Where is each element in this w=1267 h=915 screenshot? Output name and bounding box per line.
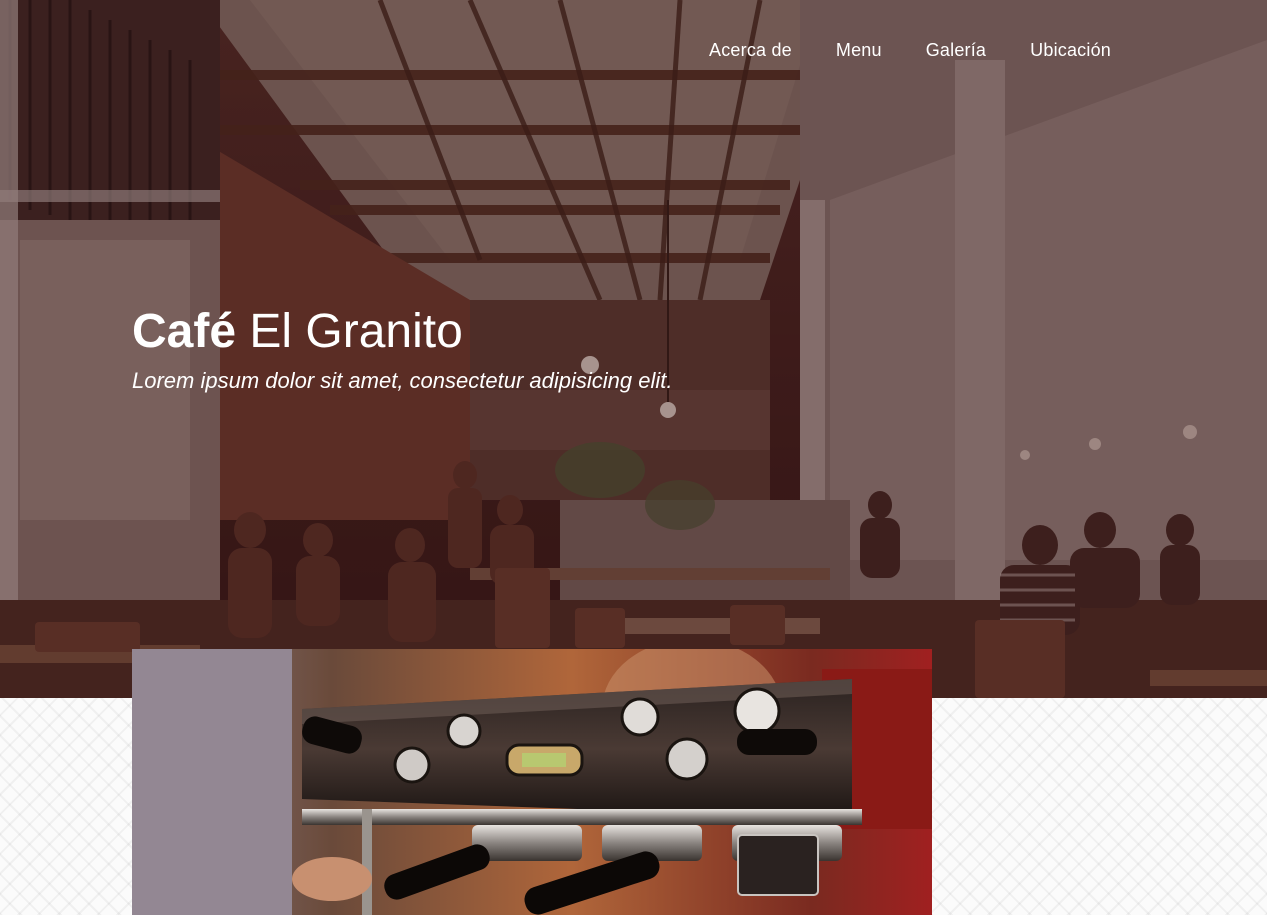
nav-link-galeria[interactable]: Galería [926,40,986,61]
nav-link-menu[interactable]: Menu [836,40,882,61]
espresso-machine-photo [132,649,932,915]
site-title-light: El Granito [249,305,463,358]
site-tagline: Lorem ipsum dolor sit amet, consectetur … [132,368,673,393]
hero-section: Acerca de Menu Galería Ubicación Café El… [0,0,1267,698]
espresso-machine-image [132,649,932,915]
site-title: Café El Granito [132,302,463,362]
main-navigation: Acerca de Menu Galería Ubicación [709,40,1111,61]
nav-link-ubicacion[interactable]: Ubicación [1030,40,1111,61]
site-title-bold: Café [132,305,237,358]
nav-link-acerca-de[interactable]: Acerca de [709,40,792,61]
